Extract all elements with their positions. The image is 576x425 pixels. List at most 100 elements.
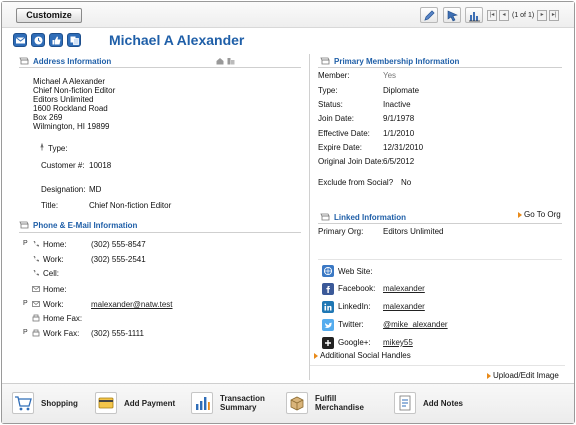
prev-page-icon[interactable]: ◂	[499, 9, 509, 21]
address-line: 1600 Rockland Road	[33, 104, 108, 113]
expire-date-value: 12/31/2010	[383, 143, 424, 152]
fax-value: (302) 555-1111	[91, 329, 144, 338]
exclude-social-value: No	[401, 178, 412, 187]
address-line: Wilmington, HI 19899	[33, 122, 110, 131]
original-join-date-label: Original Join Date:	[318, 157, 384, 166]
google-plus-link[interactable]: mikey55	[383, 338, 413, 347]
bar-chart-icon	[191, 392, 213, 414]
transaction-summary-button[interactable]: Transaction Summary	[191, 390, 265, 416]
customize-button[interactable]: Customize	[16, 8, 82, 23]
designation-value: MD	[89, 185, 102, 194]
next-page-icon[interactable]: ▸	[537, 9, 548, 21]
additional-social-handles-link[interactable]: Additional Social Handles	[314, 351, 411, 360]
history-icon[interactable]	[31, 33, 45, 47]
primary-marker: P	[23, 329, 28, 336]
linked-section-title: Linked Information	[320, 211, 406, 223]
status-label: Status:	[318, 100, 343, 109]
primary-marker: P	[23, 240, 28, 247]
add-payment-label: Add Payment	[124, 398, 176, 408]
designation-label: Designation:	[41, 185, 86, 194]
fulfill-merchandise-label: Fulfill Merchandise	[315, 394, 364, 412]
linkedin-link[interactable]: malexander	[383, 302, 425, 311]
original-join-date-value: 6/5/2012	[383, 157, 415, 166]
last-page-icon[interactable]: ▸|	[549, 9, 560, 21]
email-label: Work:	[43, 300, 64, 309]
website-label: Web Site:	[338, 267, 373, 276]
top-toolbar: Customize |◂ ◂ (1 of 1) ▸ ▸|	[2, 2, 574, 28]
member-label: Member:	[318, 71, 350, 80]
pager-text: (1 of 1)	[512, 11, 535, 19]
google-plus-label: Google+:	[338, 338, 371, 347]
image-rule	[310, 365, 565, 366]
work-email-link[interactable]: malexander@natw.test	[91, 300, 173, 309]
shopping-button[interactable]: Shopping	[12, 390, 78, 416]
section-collapse-icon[interactable]	[320, 213, 330, 222]
go-to-org-text: Go To Org	[524, 210, 561, 219]
first-page-icon[interactable]: |◂	[487, 9, 497, 21]
address-line: Editors Unlimited	[33, 95, 94, 104]
phone-icon	[33, 241, 39, 247]
add-notes-button[interactable]: Add Notes	[394, 390, 463, 416]
fax-label: Home Fax:	[43, 314, 83, 323]
title-value: Chief Non-fiction Editor	[89, 201, 172, 210]
fax-icon	[32, 314, 40, 322]
fax-label: Work Fax:	[43, 329, 80, 338]
customer-number-value: 10018	[89, 161, 112, 170]
address-line: Box 269	[33, 113, 63, 122]
linkedin-icon	[322, 301, 334, 313]
effective-date-value: 1/1/2010	[383, 129, 415, 138]
phone-label: Work:	[43, 255, 64, 264]
arrow-icon	[314, 352, 318, 359]
membership-title-text: Primary Membership Information	[334, 56, 460, 66]
pager: |◂ ◂ (1 of 1) ▸ ▸|	[487, 9, 560, 21]
fulfill-line1: Fulfill	[315, 394, 337, 403]
go-to-org-link[interactable]: Go To Org	[518, 210, 561, 219]
phone-icon	[33, 256, 39, 262]
record-header: Michael A Alexander	[2, 29, 574, 51]
person-name: Michael A Alexander	[109, 32, 245, 48]
facebook-link[interactable]: malexander	[383, 284, 425, 293]
add-payment-button[interactable]: Add Payment	[95, 390, 175, 416]
website-icon	[322, 265, 334, 277]
phone-label: Home:	[43, 240, 67, 249]
member-value: Yes	[383, 71, 397, 80]
home-icon	[216, 58, 224, 65]
chart-icon[interactable]	[465, 7, 483, 23]
arrow-icon	[518, 211, 522, 218]
phone-value: (302) 555-2541	[91, 255, 146, 264]
additional-handles-text: Additional Social Handles	[320, 351, 411, 360]
copy-icon[interactable]	[67, 33, 81, 47]
facebook-label: Facebook:	[338, 284, 376, 293]
phone-title-text: Phone & E-Mail Information	[33, 220, 138, 230]
primary-org-label: Primary Org:	[318, 227, 364, 236]
address-section-rule	[19, 67, 301, 68]
linked-title-text: Linked Information	[334, 212, 406, 222]
shopping-label: Shopping	[41, 398, 78, 408]
join-date-label: Join Date:	[318, 114, 355, 123]
shopping-cart-icon	[12, 392, 34, 414]
thumbs-up-icon[interactable]	[49, 33, 63, 47]
join-date-value: 9/1/1978	[383, 114, 415, 123]
pin-icon	[40, 143, 44, 151]
status-value: Inactive	[383, 100, 411, 109]
phone-label: Cell:	[43, 269, 60, 278]
section-collapse-icon[interactable]	[19, 221, 29, 230]
transaction-summary-line2: Summary	[220, 403, 257, 412]
fulfill-merchandise-button[interactable]: Fulfill Merchandise	[286, 390, 364, 416]
email-icon[interactable]	[13, 33, 27, 47]
phone-icon	[33, 270, 39, 276]
expire-date-label: Expire Date:	[318, 143, 363, 152]
credit-card-icon	[95, 392, 117, 414]
section-collapse-icon[interactable]	[19, 57, 29, 66]
fulfill-line2: Merchandise	[315, 403, 364, 412]
cursor-icon[interactable]	[443, 7, 461, 23]
edit-icon[interactable]	[420, 7, 438, 23]
add-notes-label: Add Notes	[423, 398, 463, 408]
column-divider	[309, 54, 310, 380]
twitter-link[interactable]: @mike_alexander	[383, 320, 448, 329]
bottom-action-bar: Shopping Add Payment Transaction Summary …	[2, 383, 574, 423]
upload-image-link[interactable]: Upload/Edit Image	[487, 371, 559, 380]
primary-marker: P	[23, 300, 28, 307]
section-collapse-icon[interactable]	[320, 57, 330, 66]
membership-type-label: Type:	[318, 86, 338, 95]
